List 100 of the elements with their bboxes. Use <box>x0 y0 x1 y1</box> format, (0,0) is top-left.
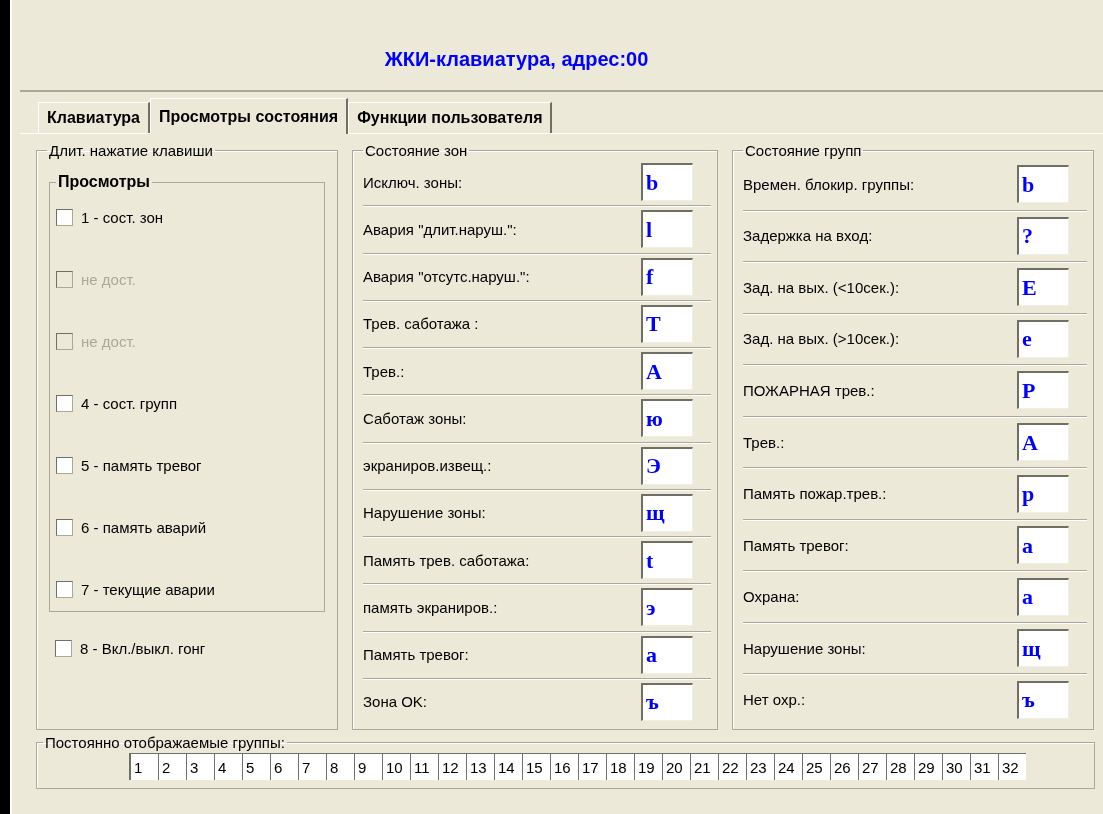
group-number-cell[interactable]: 1 <box>130 754 158 780</box>
field-label: Трев.: <box>743 433 785 451</box>
field-label: Исключ. зоны: <box>363 173 463 191</box>
symbol-field[interactable]: a <box>1017 577 1069 616</box>
symbol-field[interactable]: b <box>1017 165 1069 204</box>
field-label: Трев. саботажа : <box>363 315 479 333</box>
field-label: Нарушение зоны: <box>743 639 866 657</box>
tab[interactable]: Клавиатура <box>38 102 150 133</box>
checkbox-label: 7 - текущие аварии <box>81 580 215 598</box>
field-label: Зона OK: <box>363 693 428 711</box>
symbol-field[interactable]: A <box>1017 423 1069 461</box>
symbol-field[interactable]: ю <box>641 399 693 438</box>
group-number-cell[interactable]: 16 <box>550 754 578 780</box>
field-label: Зад. на вых. (<10сек.): <box>743 278 900 296</box>
group-number-cell[interactable]: 14 <box>494 754 522 780</box>
symbol-field[interactable]: E <box>1017 268 1069 307</box>
group-title: Постоянно отображаемые группы: <box>44 734 286 751</box>
group-title: Состояние зон <box>364 142 469 159</box>
field-label: Авария "отсутс.наруш.": <box>363 268 530 286</box>
group-number-cell[interactable]: 15 <box>522 754 550 780</box>
checkbox-label: 5 - память тревог <box>81 456 202 474</box>
checkbox[interactable] <box>56 580 73 598</box>
group-title: Состояние групп <box>744 142 863 159</box>
group-number-cell[interactable]: 6 <box>270 754 298 780</box>
group-title: Длит. нажатие клавиши <box>48 142 214 159</box>
symbol-field[interactable]: f <box>641 257 693 296</box>
field-label: экраниров.извещ.: <box>363 457 492 475</box>
group-number-cell[interactable]: 22 <box>718 754 746 780</box>
symbol-field[interactable]: щ <box>641 493 693 532</box>
symbol-field[interactable]: t <box>641 541 693 580</box>
symbol-field[interactable]: e <box>1017 319 1069 358</box>
tab[interactable]: Просмотры состояния <box>150 98 349 134</box>
checkbox-label: не дост. <box>81 270 136 288</box>
symbol-field[interactable]: a <box>1017 526 1069 565</box>
field-label: Охрана: <box>743 588 800 606</box>
group-number-cell[interactable]: 19 <box>634 754 662 780</box>
group-number-cell[interactable]: 28 <box>886 754 914 780</box>
group-number-cell[interactable]: 18 <box>606 754 634 780</box>
symbol-field[interactable]: ? <box>1017 216 1069 255</box>
checkbox-label: 4 - сост. групп <box>81 394 178 412</box>
checkbox[interactable] <box>56 518 73 536</box>
group-number-cell[interactable]: 3 <box>186 754 214 780</box>
tab[interactable]: Функции пользователя <box>348 102 553 133</box>
group-number-cell[interactable]: 17 <box>578 754 606 780</box>
group-number-cell[interactable]: 29 <box>914 754 942 780</box>
checkbox-label: 6 - память аварий <box>81 518 206 536</box>
field-label: Авария "длит.наруш.": <box>363 220 517 238</box>
field-label: Память тревог: <box>743 536 849 554</box>
symbol-field[interactable]: ъ <box>641 682 693 721</box>
symbol-field[interactable]: l <box>641 210 693 249</box>
group-number-cell[interactable]: 7 <box>298 754 326 780</box>
checkbox[interactable] <box>56 208 73 226</box>
group-number-cell[interactable]: 12 <box>438 754 466 780</box>
checkbox[interactable] <box>56 456 73 474</box>
group-number-cell[interactable]: 26 <box>830 754 858 780</box>
checkbox-label: 8 - Вкл./выкл. гонг <box>80 639 206 657</box>
group-number-cell[interactable]: 27 <box>858 754 886 780</box>
symbol-field[interactable]: Э <box>641 446 693 485</box>
checkbox-label: 1 - сост. зон <box>81 208 164 226</box>
field-label: Задержка на вход: <box>743 227 873 245</box>
symbol-field[interactable]: ъ <box>1017 680 1069 719</box>
symbol-field[interactable]: э <box>641 588 693 627</box>
symbol-field[interactable]: b <box>641 163 693 202</box>
field-label: Память пожар.трев.: <box>743 485 887 503</box>
symbol-field[interactable]: P <box>1017 371 1069 410</box>
field-label: ПОЖАРНАЯ трев.: <box>743 381 875 399</box>
group-number-cell[interactable]: 31 <box>970 754 998 780</box>
group-number-cell[interactable]: 8 <box>326 754 354 780</box>
group-number-cell[interactable]: 4 <box>214 754 242 780</box>
field-label: Память тревог: <box>363 646 469 664</box>
group-number-cell[interactable]: 10 <box>382 754 410 780</box>
group-number-cell[interactable]: 13 <box>466 754 494 780</box>
group-number-cell[interactable]: 21 <box>690 754 718 780</box>
group-number-cell[interactable]: 25 <box>802 754 830 780</box>
field-label: Саботаж зоны: <box>363 409 467 427</box>
symbol-field[interactable]: p <box>1017 474 1069 513</box>
group-number-cell[interactable]: 11 <box>410 754 438 780</box>
symbol-field[interactable]: A <box>641 352 693 391</box>
field-label: память экраниров.: <box>363 598 498 616</box>
group-number-cell[interactable]: 24 <box>774 754 802 780</box>
group-number-cell[interactable]: 20 <box>662 754 690 780</box>
symbol-field[interactable]: a <box>641 635 693 674</box>
field-label: Нет охр.: <box>743 691 806 709</box>
field-label: Память трев. саботажа: <box>363 551 530 569</box>
checkbox[interactable] <box>56 394 73 412</box>
symbol-field[interactable]: T <box>641 304 693 343</box>
group-number-cell[interactable]: 2 <box>158 754 186 780</box>
field-label: Нарушение зоны: <box>363 504 486 522</box>
group-number-cell[interactable]: 30 <box>942 754 970 780</box>
symbol-field[interactable]: щ <box>1017 629 1069 668</box>
checkbox-label: не дост. <box>81 332 136 350</box>
group-title: Просмотры <box>57 173 151 191</box>
window-title: ЖКИ-клавиатура, адрес:00 <box>384 46 649 71</box>
group-number-cell[interactable]: 32 <box>998 754 1026 780</box>
group-number-cell[interactable]: 5 <box>242 754 270 780</box>
checkbox[interactable] <box>55 639 72 657</box>
field-label: Зад. на вых. (>10сек.): <box>743 330 900 348</box>
group-number-cell[interactable]: 23 <box>746 754 774 780</box>
field-label: Трев.: <box>363 362 405 380</box>
group-number-cell[interactable]: 9 <box>354 754 382 780</box>
